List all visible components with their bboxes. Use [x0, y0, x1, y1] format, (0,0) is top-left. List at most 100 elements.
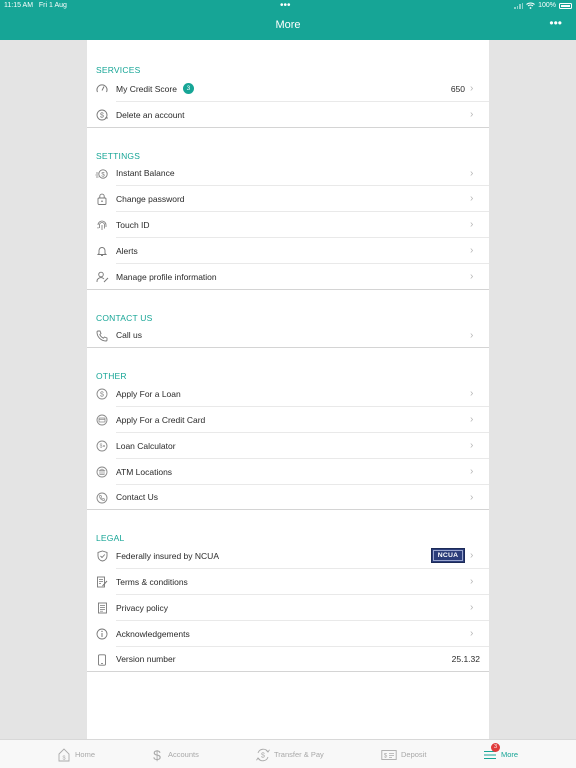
- row-version-number: Version number 25.1.32: [87, 647, 489, 673]
- svg-text:$: $: [261, 752, 265, 759]
- dollar-icon: $: [150, 747, 164, 763]
- row-label: Terms & conditions: [116, 577, 188, 588]
- notification-badge: 3: [491, 742, 500, 752]
- row-delete-account[interactable]: $ Delete an account ›: [87, 102, 489, 128]
- info-icon: [95, 627, 109, 641]
- chevron-right-icon: ›: [470, 601, 474, 613]
- row-instant-balance[interactable]: $ Instant Balance ›: [87, 161, 489, 187]
- document-edit-icon: [95, 575, 109, 589]
- credit-card-icon: [95, 413, 109, 427]
- row-apply-loan[interactable]: $ Apply For a Loan ›: [87, 381, 489, 407]
- tab-label: Home: [75, 750, 96, 759]
- section-title: SETTINGS: [96, 150, 141, 161]
- row-call-us[interactable]: Call us ›: [87, 323, 489, 349]
- signal-icon: [514, 2, 524, 9]
- chevron-right-icon: ›: [470, 108, 474, 120]
- row-contact-us[interactable]: Contact Us ›: [87, 485, 489, 511]
- lock-icon: [95, 192, 109, 206]
- svg-text:$: $: [100, 444, 103, 450]
- status-indicators: 100%: [514, 2, 572, 9]
- home-icon: $: [57, 747, 71, 763]
- chevron-right-icon: ›: [470, 388, 474, 400]
- row-label: My Credit Score: [116, 83, 177, 94]
- row-terms[interactable]: Terms & conditions ›: [87, 569, 489, 595]
- tab-home[interactable]: $ Home: [57, 746, 95, 763]
- tab-transfer-pay[interactable]: $ Transfer & Pay: [256, 746, 324, 763]
- calculator-icon: $: [95, 439, 109, 453]
- chevron-right-icon: ›: [470, 83, 474, 94]
- section-title: SERVICES: [96, 65, 141, 75]
- user-edit-icon: [95, 270, 109, 284]
- row-label: Apply For a Credit Card: [116, 415, 206, 426]
- check-deposit-icon: $: [381, 747, 397, 763]
- row-change-password[interactable]: Change password ›: [87, 186, 489, 212]
- app-header: 11:15 AM Fri 1 Aug ••• 100% More •••: [0, 0, 576, 40]
- menu-icon: 3: [483, 742, 500, 763]
- row-label: ATM Locations: [116, 466, 173, 477]
- svg-text:$: $: [153, 747, 161, 763]
- row-apply-credit-card[interactable]: Apply For a Credit Card ›: [87, 407, 489, 433]
- mobile-device-icon: [95, 653, 109, 667]
- coins-icon: $: [95, 167, 109, 181]
- section-title: OTHER: [96, 371, 127, 382]
- tab-label: Accounts: [168, 750, 199, 759]
- row-label: Contact Us: [116, 492, 159, 503]
- page-title: More: [275, 19, 301, 31]
- row-label: Loan Calculator: [116, 440, 176, 451]
- tab-more[interactable]: 3 More: [483, 742, 518, 763]
- battery-percent: 100%: [538, 2, 556, 9]
- ncua-logo: NCUA: [431, 548, 465, 564]
- chevron-right-icon: ›: [470, 627, 474, 639]
- more-options-icon[interactable]: •••: [549, 16, 562, 30]
- wifi-icon: [526, 2, 535, 9]
- version-value: 25.1.32: [451, 654, 480, 665]
- svg-text:$: $: [100, 392, 104, 399]
- chevron-right-icon: ›: [470, 576, 474, 588]
- row-touch-id[interactable]: Touch ID ›: [87, 212, 489, 238]
- row-atm-locations[interactable]: ATM Locations ›: [87, 459, 489, 485]
- row-label: Alerts: [116, 245, 138, 256]
- row-label: Change password: [116, 194, 185, 205]
- tab-accounts[interactable]: $ Accounts: [150, 746, 199, 763]
- fingerprint-icon: [95, 218, 109, 232]
- tab-bar: $ Home $ Accounts $ Transfer & Pay $ Dep…: [0, 739, 576, 768]
- phone-icon: [95, 329, 109, 343]
- row-ncua[interactable]: Federally insured by NCUA NCUA ›: [87, 543, 489, 569]
- section-contact-us: CONTACT US Call us ›: [87, 290, 489, 349]
- row-manage-profile[interactable]: Manage profile information ›: [87, 264, 489, 290]
- settings-list: SERVICES My Credit Score 3 650 › $ Delete…: [87, 40, 489, 739]
- chevron-right-icon: ›: [470, 270, 474, 282]
- svg-text:$: $: [62, 755, 65, 761]
- atm-icon: [95, 465, 109, 479]
- transfer-icon: $: [256, 747, 270, 763]
- row-label: Privacy policy: [116, 602, 168, 613]
- multitasking-dots[interactable]: •••: [280, 0, 291, 11]
- chevron-right-icon: ›: [470, 465, 474, 477]
- tab-label: Transfer & Pay: [274, 750, 324, 759]
- row-alerts[interactable]: Alerts ›: [87, 238, 489, 264]
- section-title: LEGAL: [96, 533, 125, 544]
- tab-deposit[interactable]: $ Deposit: [381, 746, 426, 763]
- chevron-right-icon: ›: [470, 439, 474, 451]
- chevron-right-icon: ›: [470, 414, 474, 426]
- row-acknowledgements[interactable]: Acknowledgements ›: [87, 621, 489, 647]
- svg-text:$: $: [100, 112, 104, 119]
- dollar-circle-icon: $: [95, 108, 109, 122]
- chevron-right-icon: ›: [470, 219, 474, 231]
- credit-score-value: 650: [450, 83, 465, 94]
- row-label: Delete an account: [116, 109, 185, 120]
- count-badge: 3: [182, 83, 194, 95]
- row-label: Federally insured by NCUA: [116, 551, 219, 562]
- svg-text:$: $: [384, 753, 388, 759]
- row-loan-calculator[interactable]: $ Loan Calculator ›: [87, 433, 489, 459]
- row-my-credit-score[interactable]: My Credit Score 3 650 ›: [87, 76, 489, 102]
- section-other: OTHER $ Apply For a Loan › Apply For a C…: [87, 348, 489, 511]
- status-time: 11:15 AM Fri 1 Aug: [4, 2, 67, 9]
- row-label: Touch ID: [116, 220, 150, 231]
- row-privacy-policy[interactable]: Privacy policy ›: [87, 595, 489, 621]
- row-label: Instant Balance: [116, 168, 175, 179]
- shield-check-icon: [95, 549, 109, 563]
- section-legal: LEGAL Federally insured by NCUA NCUA › T…: [87, 510, 489, 673]
- chevron-right-icon: ›: [470, 167, 474, 179]
- document-icon: [95, 601, 109, 615]
